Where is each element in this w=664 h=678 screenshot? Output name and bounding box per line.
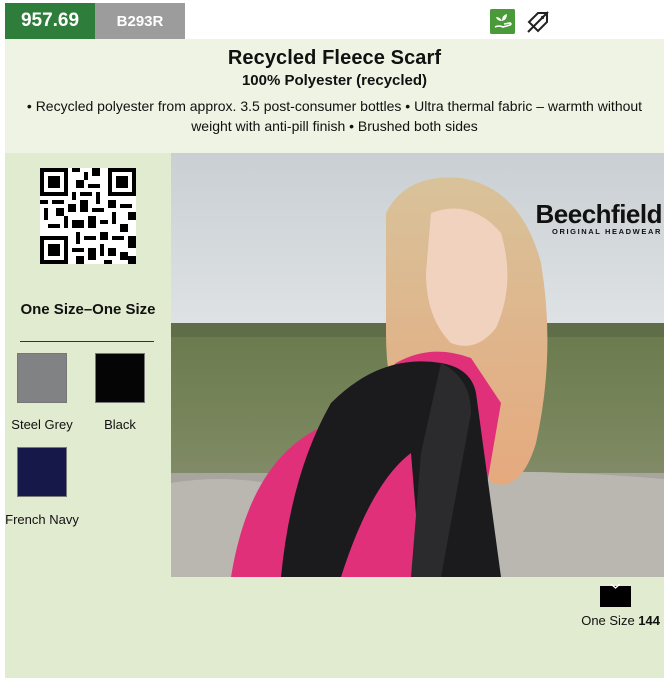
product-description: • Recycled polyester from approx. 3.5 po… (26, 98, 643, 134)
size-quantity-line: One Size 144 (570, 613, 660, 628)
product-info-header: Recycled Fleece Scarf 100% Polyester (re… (5, 39, 664, 153)
color-swatch-black[interactable] (95, 353, 145, 403)
product-code-badge: 957.69 (5, 3, 95, 39)
product-reference-badge: B293R (95, 3, 185, 39)
product-material: 100% Polyester (recycled) (241, 72, 428, 89)
eco-sustainable-icon (490, 9, 515, 34)
color-label-french-navy: French Navy (5, 512, 79, 527)
color-label-black: Black (104, 417, 136, 432)
no-label-tag-icon (527, 11, 549, 33)
brand-name: Beechfield (535, 199, 663, 229)
packaging-box-icon (600, 584, 631, 607)
size-quantity: 144 (638, 613, 660, 628)
brand-logo: Beechfield ORIGINAL HEADWEAR (510, 199, 663, 236)
size-range-title: One Size–One Size (20, 301, 156, 318)
color-swatch-french-navy[interactable] (17, 447, 67, 497)
product-header-bar: 957.69 B293R (5, 3, 185, 39)
product-title: Recycled Fleece Scarf (227, 47, 442, 69)
qr-code-icon[interactable] (40, 168, 136, 264)
size-label: One Size (581, 613, 639, 628)
color-swatch-steel-grey[interactable] (17, 353, 67, 403)
size-divider (20, 341, 154, 342)
color-label-steel-grey: Steel Grey (11, 417, 73, 432)
brand-tagline: ORIGINAL HEADWEAR (552, 227, 662, 236)
